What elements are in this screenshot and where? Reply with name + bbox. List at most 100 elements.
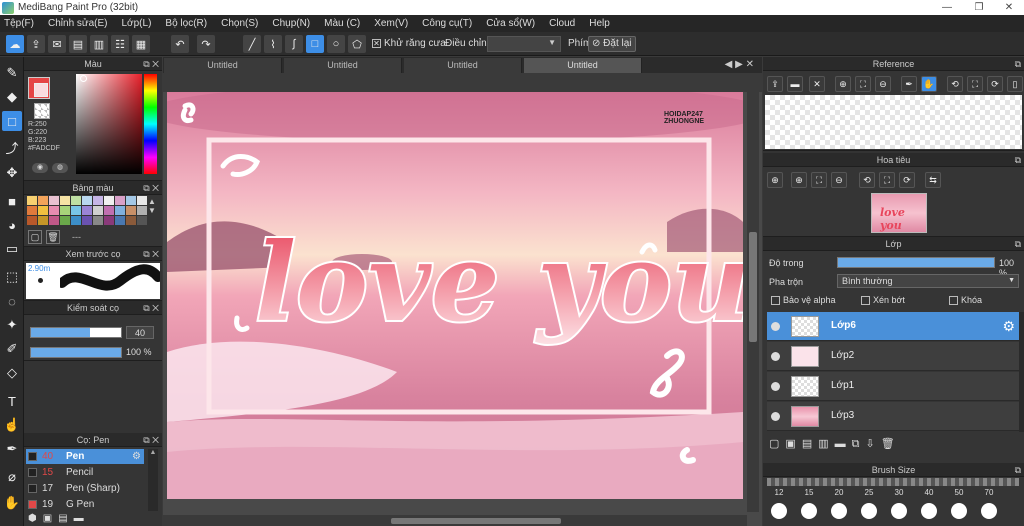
- hue-slider[interactable]: [144, 74, 157, 174]
- pen-line-tool-icon[interactable]: ⤴: [2, 137, 22, 157]
- brush-opacity-slider[interactable]: [30, 347, 122, 358]
- new-8bit-layer-icon[interactable]: ▤: [802, 438, 818, 450]
- menu-snap[interactable]: Chụp(N): [272, 18, 310, 29]
- undo-icon[interactable]: ↶: [171, 35, 189, 53]
- reset-view-icon[interactable]: ⛶: [967, 76, 983, 92]
- hand-icon[interactable]: ✋: [921, 76, 937, 92]
- text-tool-icon[interactable]: T: [2, 391, 22, 411]
- add-color-icon[interactable]: ▢: [28, 230, 42, 244]
- zoom-icon[interactable]: ⊕: [767, 172, 783, 188]
- vertical-scroll-thumb[interactable]: [749, 232, 757, 342]
- copy-brush-icon[interactable]: ▣: [43, 513, 58, 524]
- fit-icon[interactable]: ⛶: [855, 76, 871, 92]
- zoom-in-icon[interactable]: ⊕: [791, 172, 807, 188]
- panel-controls-icon[interactable]: ⧉ ✕: [143, 433, 159, 447]
- panel-controls-icon[interactable]: ⧉: [1015, 463, 1021, 477]
- ellipse-tool-icon[interactable]: ○: [327, 35, 345, 53]
- gradient-tool-icon[interactable]: ▭: [2, 239, 22, 259]
- palette-swatches[interactable]: [27, 196, 147, 226]
- rotate-right-icon[interactable]: ⟳: [899, 172, 915, 188]
- minimize-button[interactable]: —: [932, 0, 962, 15]
- brush-item-pencil[interactable]: 15 Pencil: [26, 465, 144, 480]
- menu-select[interactable]: Chọn(S): [221, 18, 258, 29]
- polygon-tool-icon[interactable]: ⬠: [348, 35, 366, 53]
- adjust-dropdown[interactable]: ▼: [487, 36, 561, 52]
- menu-layer[interactable]: Lớp(L): [122, 18, 152, 29]
- reference-canvas[interactable]: [765, 95, 1022, 149]
- maximize-button[interactable]: ❐: [964, 0, 994, 15]
- open-image-icon[interactable]: ⇪: [767, 76, 783, 92]
- menu-help[interactable]: Help: [589, 18, 610, 29]
- menu-edit[interactable]: Chỉnh sửa(E): [48, 18, 108, 29]
- brush-size-preset[interactable]: [831, 503, 847, 519]
- brush-size-preset[interactable]: [951, 503, 967, 519]
- flip-horizontal-icon[interactable]: ⇆: [925, 172, 941, 188]
- pen-list-scrollbar[interactable]: ▲: [148, 449, 158, 511]
- layer-row[interactable]: Lớp6 ⚙: [767, 312, 1019, 341]
- shape-tool-icon[interactable]: □: [2, 111, 22, 131]
- brush-tool-icon[interactable]: ✎: [2, 63, 22, 83]
- layer-opacity-slider[interactable]: [837, 257, 995, 268]
- select-rect-tool-icon[interactable]: ⬚: [2, 267, 22, 287]
- magic-wand-tool-icon[interactable]: ✦: [2, 315, 22, 335]
- zoom-in-icon[interactable]: ⊕: [835, 76, 851, 92]
- current-color-swatch[interactable]: [34, 83, 48, 97]
- close-button[interactable]: ✕: [994, 0, 1024, 15]
- layer-row[interactable]: Lớp2: [767, 342, 1019, 371]
- panel-controls-icon[interactable]: ⧉ ✕: [143, 57, 159, 71]
- gear-icon[interactable]: ⚙: [132, 449, 141, 464]
- comment-icon[interactable]: ✉: [48, 35, 66, 53]
- protect-alpha-checkbox[interactable]: Bảo vệ alpha: [771, 295, 836, 306]
- color-history-icon[interactable]: ◍: [52, 163, 68, 173]
- layer-list-scrollbar[interactable]: [1019, 312, 1024, 432]
- color-picker-handle[interactable]: [80, 75, 87, 82]
- brush-size-preset[interactable]: [921, 503, 937, 519]
- brush-item-g-pen[interactable]: 19 G Pen: [26, 497, 144, 512]
- palette-scroll-icon[interactable]: ▲ ▼: [148, 197, 156, 215]
- layer-folder-icon[interactable]: ▬: [835, 438, 852, 450]
- menu-filter[interactable]: Bộ lọc(R): [165, 18, 207, 29]
- artwork-canvas[interactable]: HOIDAP247 ZHUONGNE love you: [167, 92, 743, 499]
- fill-rect-tool-icon[interactable]: ■: [2, 191, 22, 211]
- list-icon[interactable]: ☷: [111, 35, 129, 53]
- layer-row[interactable]: Lớp1: [767, 372, 1019, 401]
- clipping-checkbox[interactable]: Xén bớt: [861, 295, 905, 306]
- bucket-tool-icon[interactable]: ◕: [2, 215, 22, 235]
- eyedropper-icon[interactable]: ✒: [901, 76, 917, 92]
- menu-view[interactable]: Xem(V): [374, 18, 408, 29]
- eye-icon[interactable]: [771, 352, 780, 361]
- panel-controls-icon[interactable]: ⧉: [1015, 237, 1021, 251]
- vertical-scrollbar[interactable]: [747, 92, 759, 512]
- folder-icon[interactable]: ▬: [787, 76, 803, 92]
- delete-color-icon[interactable]: 🗑: [46, 230, 60, 244]
- new-layer-icon[interactable]: ▢: [769, 438, 785, 450]
- brush-size-input[interactable]: 40: [126, 326, 154, 339]
- folder-icon[interactable]: ▬: [74, 513, 90, 524]
- move-tool-icon[interactable]: ✥: [2, 163, 22, 183]
- grid-icon[interactable]: ▦: [132, 35, 150, 53]
- flip-icon[interactable]: ⟳: [987, 76, 1003, 92]
- panel-controls-icon[interactable]: ⧉: [1015, 153, 1021, 167]
- eye-icon[interactable]: [771, 382, 780, 391]
- color-mode-icon[interactable]: ◉: [32, 163, 48, 173]
- tab-nav-icon[interactable]: ◀ ▶ ✕: [725, 59, 754, 70]
- redo-icon[interactable]: ↷: [197, 35, 215, 53]
- merge-layer-icon[interactable]: ⇩: [865, 438, 880, 450]
- eye-icon[interactable]: [771, 412, 780, 421]
- new-file-icon[interactable]: ▤: [69, 35, 87, 53]
- zoom-out-icon[interactable]: ⊖: [875, 76, 891, 92]
- reset-rotation-icon[interactable]: ⛶: [879, 172, 895, 188]
- delete-layer-icon[interactable]: 🗑: [881, 438, 901, 450]
- panel-controls-icon[interactable]: ⧉ ✕: [143, 301, 159, 315]
- new-layer-menu-icon[interactable]: ▥: [818, 438, 834, 450]
- brush-item-pen[interactable]: 40 Pen ⚙: [26, 449, 144, 464]
- blend-mode-select[interactable]: Bình thường ▼: [837, 274, 1019, 288]
- fit-icon[interactable]: ⛶: [811, 172, 827, 188]
- transparent-swatch[interactable]: [34, 103, 50, 119]
- share-icon[interactable]: ⇪: [27, 35, 45, 53]
- tab-untitled-3[interactable]: Untitled: [404, 58, 522, 73]
- panel-controls-icon[interactable]: ⧉ ✕: [143, 181, 159, 195]
- panel-controls-icon[interactable]: ⧉ ✕: [143, 247, 159, 261]
- curve-tool-icon[interactable]: ∫: [285, 35, 303, 53]
- navigator-thumbnail[interactable]: love you: [871, 193, 927, 233]
